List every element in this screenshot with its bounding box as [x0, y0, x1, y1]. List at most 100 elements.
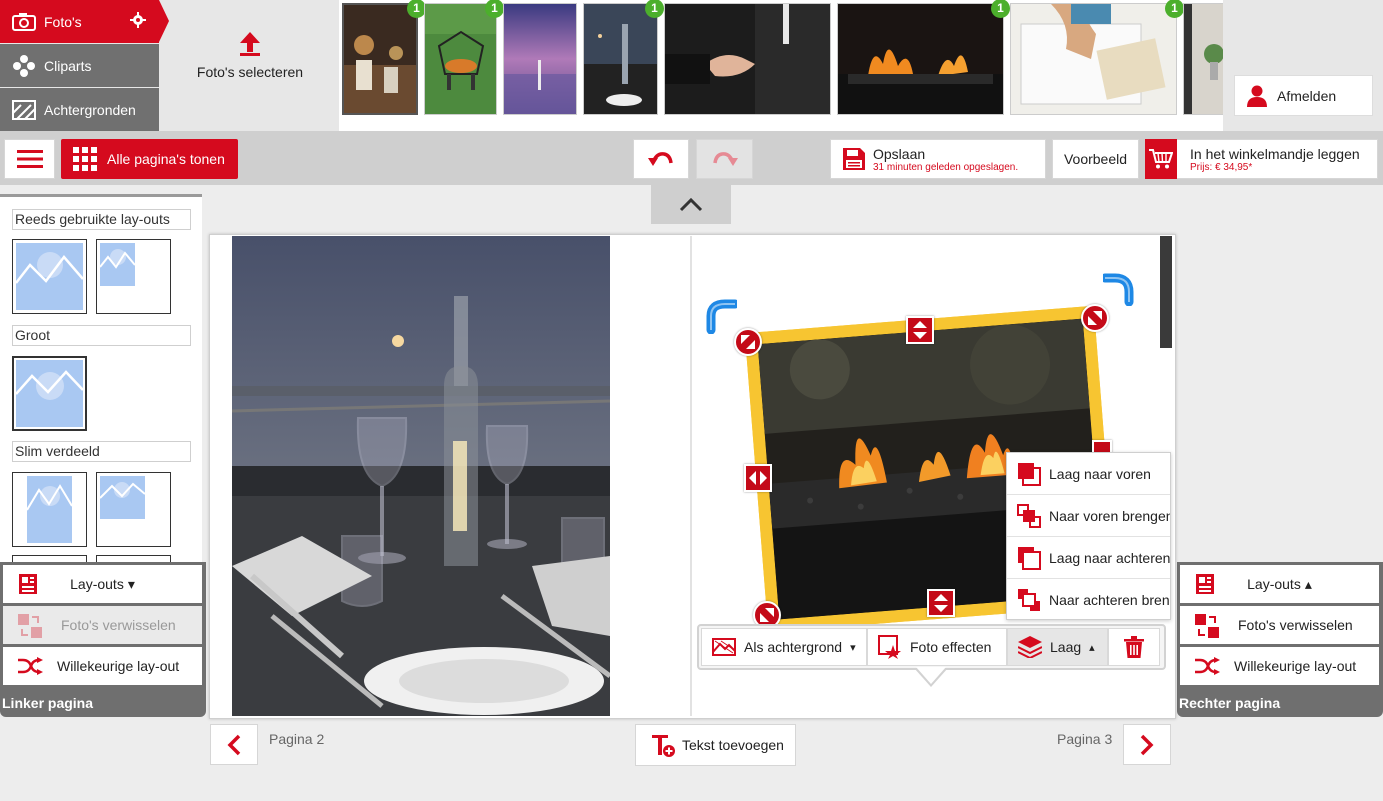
right-page-photo-edge[interactable]: [1160, 236, 1172, 348]
toolbar-pointer-inner: [916, 667, 946, 684]
layer-backward-item[interactable]: Laag naar achteren: [1007, 537, 1170, 579]
resize-handle-left[interactable]: [744, 464, 772, 492]
trash-icon: [1124, 636, 1144, 658]
right-random-layout-label: Willekeurige lay-out: [1234, 658, 1357, 674]
tab-backgrounds-label: Achtergronden: [44, 101, 136, 118]
thumbnail[interactable]: [583, 3, 658, 115]
caret-down-icon: ▾: [127, 575, 135, 592]
logout-button[interactable]: Afmelden: [1234, 75, 1373, 116]
layer-forward-icon: [1017, 462, 1041, 486]
left-layouts-button[interactable]: Lay-outs ▾: [3, 565, 202, 603]
add-text-button[interactable]: Tekst toevoegen: [635, 724, 796, 766]
redo-button[interactable]: [696, 139, 753, 179]
layout-option[interactable]: [12, 472, 87, 547]
next-page-button[interactable]: [1123, 724, 1171, 765]
logout-label: Afmelden: [1277, 87, 1337, 104]
chevron-up-icon: [679, 197, 703, 212]
section-smart: Slim verdeeld: [12, 441, 191, 462]
tab-cliparts[interactable]: Cliparts: [0, 44, 159, 87]
layout-icon: [1195, 573, 1217, 595]
send-to-back-icon: [1017, 588, 1041, 612]
grid-icon: [73, 147, 97, 171]
save-button[interactable]: Opslaan 31 minuten geleden opgeslagen.: [830, 139, 1046, 179]
section-large: Groot: [12, 325, 191, 346]
resize-handle-top-left[interactable]: [734, 328, 762, 356]
thumbnail[interactable]: [342, 3, 418, 115]
tab-photos-label: Foto's: [44, 13, 82, 30]
send-to-back-item[interactable]: Naar achteren brengen: [1007, 579, 1170, 619]
layout-option[interactable]: [96, 239, 171, 314]
layout-option[interactable]: [12, 356, 87, 431]
usage-badge: 1: [1165, 0, 1184, 18]
right-layouts-button[interactable]: Lay-outs ▴: [1180, 565, 1379, 603]
rotate-handle-left[interactable]: [703, 298, 737, 334]
diagonal-arrow-icon: [760, 608, 779, 622]
thumbnail[interactable]: [1010, 3, 1177, 115]
preview-button[interactable]: Voorbeeld: [1052, 139, 1139, 179]
thumbnail[interactable]: [837, 3, 1004, 115]
previous-page-button[interactable]: [210, 724, 258, 765]
camera-icon: [12, 12, 36, 31]
thumbnail[interactable]: [503, 3, 577, 115]
bring-to-front-icon: [1017, 503, 1041, 528]
layer-forward-item[interactable]: Laag naar voren: [1007, 453, 1170, 495]
left-random-layout-button[interactable]: Willekeurige lay-out: [3, 647, 202, 685]
caret-down-icon: ▾: [850, 641, 856, 654]
layout-option[interactable]: [96, 472, 171, 547]
bring-to-front-label: Naar voren brengen: [1049, 507, 1171, 524]
rotate-handle-right[interactable]: [1103, 272, 1137, 306]
swap-photos-icon: [18, 614, 42, 638]
menu-button[interactable]: [4, 139, 55, 179]
delete-button[interactable]: [1108, 628, 1160, 666]
show-all-pages-button[interactable]: Alle pagina's tonen: [61, 139, 238, 179]
photo-strip: 1 1 1 1 1: [339, 0, 1223, 131]
undo-icon: [648, 151, 674, 167]
tab-arrow: [159, 0, 169, 42]
swap-photos-icon: [1195, 614, 1219, 638]
left-page-photo[interactable]: [232, 236, 610, 716]
resize-handle-top-right[interactable]: [1081, 304, 1109, 332]
left-layouts-label: Lay-outs: [70, 576, 124, 592]
chevron-left-icon: [227, 734, 241, 756]
floppy-disk-icon: [843, 148, 865, 170]
usage-badge: 1: [645, 0, 664, 18]
right-swap-photos-label: Foto's verwisselen: [1238, 617, 1353, 633]
resize-handle-top[interactable]: [906, 316, 934, 344]
thumbnail[interactable]: [664, 3, 831, 115]
tab-cliparts-label: Cliparts: [44, 57, 92, 74]
thumbnail[interactable]: [1183, 3, 1223, 115]
tab-backgrounds[interactable]: Achtergronden: [0, 88, 159, 131]
tab-photos[interactable]: Foto's: [0, 0, 159, 43]
horizontal-arrows-icon: [749, 471, 770, 485]
right-layouts-label: Lay-outs: [1247, 576, 1301, 592]
gear-icon[interactable]: [130, 12, 146, 28]
photo-effects-label: Foto effecten: [910, 639, 992, 655]
select-photos-button[interactable]: Foto's selecteren: [175, 30, 325, 80]
thumbnail[interactable]: [424, 3, 497, 115]
add-to-cart-button[interactable]: In het winkelmandje leggen Prijs: € 34,9…: [1145, 139, 1378, 179]
left-page-caption: Linker pagina: [2, 695, 94, 711]
shuffle-icon: [17, 657, 43, 675]
save-label: Opslaan: [873, 145, 926, 162]
bring-to-front-item[interactable]: Naar voren brengen: [1007, 495, 1171, 537]
undo-button[interactable]: [633, 139, 689, 179]
usage-badge: 1: [485, 0, 504, 18]
right-random-layout-button[interactable]: Willekeurige lay-out: [1180, 647, 1379, 685]
layer-backward-icon: [1017, 546, 1041, 570]
collapse-toolbar-button[interactable]: [651, 185, 731, 224]
right-page-tools: Lay-outs ▴ Foto's verwisselen Willekeuri…: [1177, 562, 1383, 717]
layer-button[interactable]: Laag ▴: [1007, 628, 1108, 666]
photo-effects-icon: [878, 635, 902, 659]
layers-icon: [1018, 636, 1042, 658]
cart-price: Prijs: € 34,95*: [1190, 161, 1253, 173]
caret-up-icon: ▴: [1304, 575, 1312, 592]
resize-handle-bottom[interactable]: [927, 589, 955, 617]
right-swap-photos-button[interactable]: Foto's verwisselen: [1180, 606, 1379, 644]
layout-option[interactable]: [12, 239, 87, 314]
section-used-layouts: Reeds gebruikte lay-outs: [12, 209, 191, 230]
left-swap-photos-button[interactable]: Foto's verwisselen: [3, 606, 202, 644]
left-page-tools: Lay-outs ▾ Foto's verwisselen Willekeuri…: [0, 562, 206, 717]
as-background-button[interactable]: Als achtergrond ▾: [701, 628, 867, 666]
photo-effects-button[interactable]: Foto effecten: [867, 628, 1007, 666]
rotate-right-icon: [1103, 272, 1137, 306]
